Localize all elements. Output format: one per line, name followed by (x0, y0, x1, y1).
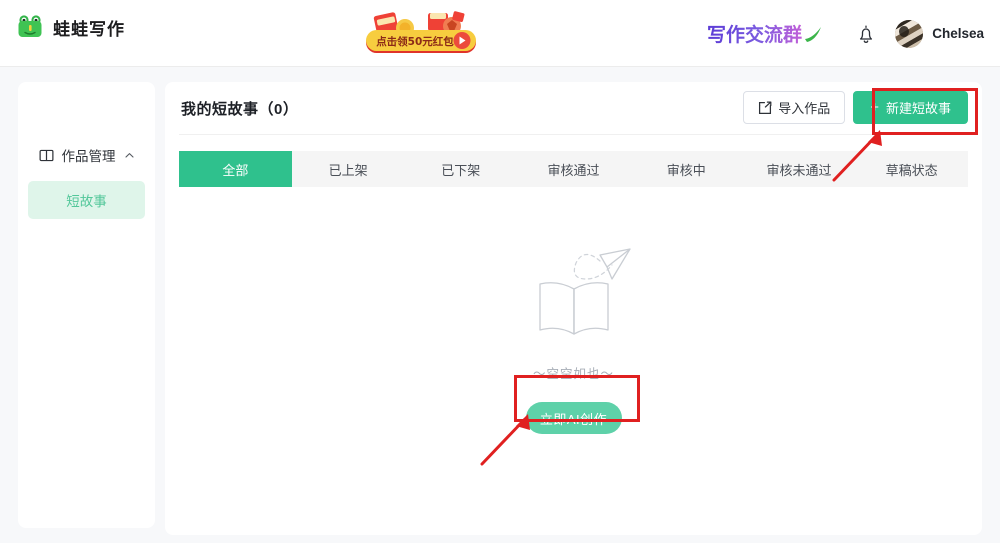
app-header: 蛙蛙写作 点击领50元红包 写作交流群 Chelsea (0, 0, 1000, 67)
svg-text:点击领50元红包: 点击领50元红包 (376, 35, 454, 48)
tab-unpublished[interactable]: 已下架 (404, 151, 517, 187)
tab-label: 草稿状态 (885, 162, 938, 178)
brand-name: 蛙蛙写作 (53, 19, 125, 39)
empty-state: ～空空如也～ 立即AI创作 (165, 233, 982, 434)
new-short-story-button[interactable]: + 新建短故事 (853, 91, 968, 124)
tab-label: 已上架 (328, 162, 368, 178)
plus-icon: + (870, 99, 879, 116)
header-actions: 导入作品 + 新建短故事 (743, 91, 968, 124)
promo-banner-art: 点击领50元红包 (366, 11, 476, 53)
avatar (895, 19, 924, 48)
content-panel: 我的短故事（0） 导入作品 + 新建短故事 全部 已上架 已下架 审核通过 审核… (165, 82, 982, 535)
frog-icon (18, 15, 42, 37)
empty-state-text: ～空空如也～ (532, 367, 614, 381)
import-work-label: 导入作品 (778, 101, 831, 116)
tab-label: 审核通过 (547, 162, 600, 178)
writing-group-link[interactable]: 写作交流群 (707, 17, 837, 51)
status-tabs: 全部 已上架 已下架 审核通过 审核中 审核未通过 草稿状态 (179, 151, 968, 187)
sidebar-group-works[interactable]: 作品管理 (18, 142, 155, 168)
chevron-up-icon[interactable] (124, 150, 135, 161)
content-header: 我的短故事（0） 导入作品 + 新建短故事 (179, 82, 968, 135)
tab-all[interactable]: 全部 (179, 151, 292, 187)
new-short-story-label: 新建短故事 (885, 101, 951, 116)
sidebar-item-short-story[interactable]: 短故事 (28, 181, 145, 219)
tab-draft[interactable]: 草稿状态 (855, 151, 968, 187)
tab-label: 审核未通过 (766, 162, 832, 178)
brand-logo[interactable]: 蛙蛙写作 (16, 13, 125, 41)
sidebar-group-label: 作品管理 (61, 149, 116, 164)
sidebar-item-label: 短故事 (66, 194, 107, 209)
import-work-button[interactable]: 导入作品 (743, 91, 846, 124)
import-box-icon (759, 100, 772, 114)
tab-label: 全部 (222, 162, 249, 178)
book-open-icon (39, 149, 53, 161)
tab-review-passed[interactable]: 审核通过 (517, 151, 630, 187)
svg-text:写作交流群: 写作交流群 (707, 23, 802, 46)
ai-create-button[interactable]: 立即AI创作 (525, 402, 622, 434)
promo-banner[interactable]: 点击领50元红包 (358, 8, 484, 58)
tab-in-review[interactable]: 审核中 (630, 151, 743, 187)
tab-review-failed[interactable]: 审核未通过 (743, 151, 856, 187)
open-book-paper-plane-icon (538, 248, 631, 335)
ai-create-label: 立即AI创作 (539, 411, 608, 427)
writing-group-text: 写作交流群 (707, 23, 822, 46)
bell-icon[interactable] (855, 23, 877, 45)
page-title: 我的短故事（0） (181, 101, 299, 118)
header-right-cluster: 写作交流群 Chelsea (707, 0, 984, 67)
tab-published[interactable]: 已上架 (292, 151, 405, 187)
app-root: 蛙蛙写作 点击领50元红包 写作交流群 Chelsea 作品管理 短故事 我的短… (0, 0, 1000, 543)
user-name: Chelsea (932, 26, 984, 41)
tab-label: 审核中 (666, 162, 706, 178)
tab-label: 已下架 (441, 162, 481, 178)
user-menu[interactable]: Chelsea (895, 19, 984, 48)
sidebar: 作品管理 短故事 (18, 82, 155, 528)
